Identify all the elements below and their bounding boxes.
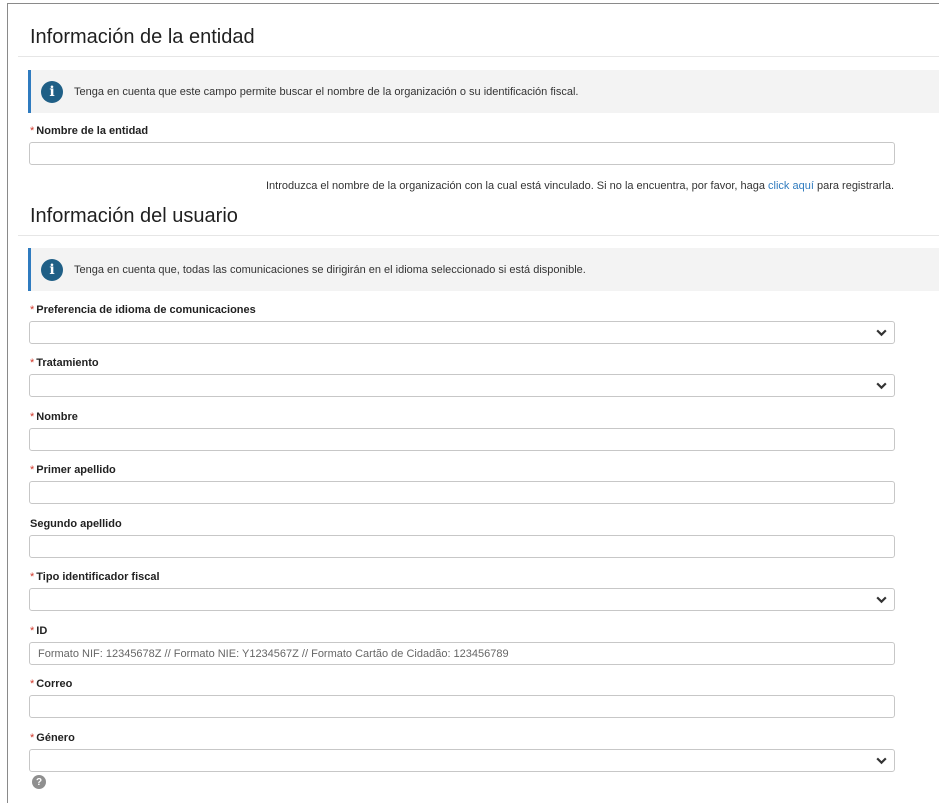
last-name-1-input[interactable]: [29, 481, 895, 504]
user-info-text: Tenga en cuenta que, todas las comunicac…: [74, 263, 586, 276]
id-label: * ID: [30, 625, 48, 637]
chevron-down-icon: [876, 329, 887, 337]
email-label: * Correo: [30, 678, 73, 690]
chevron-down-icon: [876, 596, 887, 604]
treatment-label: * Tratamiento: [30, 357, 99, 369]
entity-help-text: Introduzca el nombre de la organización …: [266, 180, 894, 192]
last-name-2-label: Segundo apellido: [30, 518, 122, 530]
last-name-1-label: * Primer apellido: [30, 464, 116, 476]
first-name-label: * Nombre: [30, 411, 78, 423]
entity-info-text: Tenga en cuenta que este campo permite b…: [74, 85, 579, 98]
tax-id-type-select[interactable]: [29, 588, 895, 611]
entity-section-title: Información de la entidad: [30, 26, 255, 48]
info-icon: i: [41, 80, 63, 103]
question-circle-icon[interactable]: ?: [32, 775, 46, 789]
gender-select[interactable]: [29, 749, 895, 772]
register-link[interactable]: click aquí: [768, 180, 814, 192]
page-frame: [7, 3, 939, 803]
last-name-2-input[interactable]: [29, 535, 895, 558]
divider: [18, 235, 939, 236]
language-select[interactable]: [29, 321, 895, 344]
treatment-select[interactable]: [29, 374, 895, 397]
info-icon: i: [41, 258, 63, 281]
divider: [18, 56, 939, 57]
user-section-title: Información del usuario: [30, 205, 238, 227]
gender-label: * Género: [30, 732, 75, 744]
required-marker: *: [30, 125, 35, 137]
user-info-alert: i Tenga en cuenta que, todas las comunic…: [28, 248, 939, 291]
entity-info-alert: i Tenga en cuenta que este campo permite…: [28, 70, 939, 113]
email-input[interactable]: [29, 695, 895, 718]
language-label: * Preferencia de idioma de comunicaciones: [30, 304, 256, 316]
first-name-input[interactable]: [29, 428, 895, 451]
entity-name-input[interactable]: [29, 142, 895, 165]
chevron-down-icon: [876, 757, 887, 765]
entity-name-label: * Nombre de la entidad: [30, 125, 149, 137]
chevron-down-icon: [876, 382, 887, 390]
tax-id-type-label: * Tipo identificador fiscal: [30, 571, 160, 583]
id-input[interactable]: [29, 642, 895, 665]
